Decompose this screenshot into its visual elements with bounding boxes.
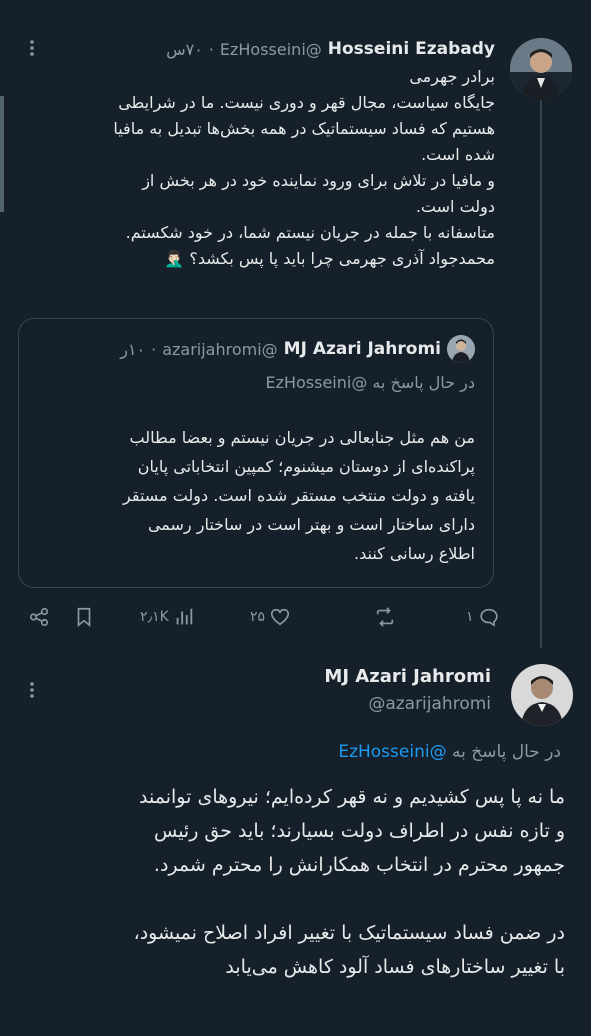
- quote-line: پراکنده‌ای از دوستان میشنوم؛ کمپین انتخا…: [137, 457, 475, 476]
- quote-header: MJ Azari Jahromi @azarijahromi · ۱۰ر: [120, 335, 475, 363]
- tweet2-reply-to: در حال پاسخ به @EzHosseini: [338, 742, 561, 762]
- tweet1-line: برادر جهرمی: [409, 67, 495, 86]
- bookmark-button[interactable]: [73, 606, 95, 628]
- tweet1-line: هستیم که فساد سیستماتیک در همه بخش‌ها تب…: [113, 119, 495, 138]
- quote-line: اطلاع رسانی کنند.: [354, 544, 475, 563]
- heart-icon: [270, 608, 290, 626]
- tweet2-line: در ضمن فساد سیستماتیک با تغییر افراد اصل…: [133, 922, 565, 944]
- quote-separator: ·: [151, 339, 157, 359]
- tweet2-author-name[interactable]: MJ Azari Jahromi: [324, 666, 491, 687]
- tweet2-more-icon[interactable]: [22, 680, 42, 700]
- quote-time[interactable]: ۱۰ر: [120, 340, 145, 359]
- scroll-indicator[interactable]: [0, 96, 4, 212]
- reply-mention-link[interactable]: @EzHosseini: [338, 742, 446, 762]
- quote-line: من هم مثل جنابعالی در جریان نیستم و بعضا…: [129, 428, 475, 447]
- tweet2-line: و تازه نفس در اطراف دولت بسیارند؛ باید ح…: [153, 820, 565, 842]
- tweet1-body: برادر جهرمی جایگاه سیاست، مجال قهر و دور…: [55, 64, 495, 272]
- share-button[interactable]: [28, 606, 50, 628]
- views-chart-icon: [176, 608, 193, 625]
- tweet1-separator: ·: [208, 39, 214, 59]
- quote-avatar-portrait-icon: [447, 335, 475, 363]
- retweet-icon: [376, 607, 394, 627]
- tweet2-line: جمهور محترم در انتخاب همکارانش را محترم …: [153, 854, 565, 876]
- quote-reply-to: در حال پاسخ به @EzHosseini: [265, 373, 475, 392]
- tweet2-line: ما نه پا پس کشیدیم و نه قهر کرده‌ایم؛ نی…: [139, 786, 565, 808]
- tweet2-body: ما نه پا پس کشیدیم و نه قهر کرده‌ایم؛ نی…: [25, 780, 565, 984]
- tweet1-line: شده است.: [421, 145, 495, 164]
- quoted-tweet-card[interactable]: MJ Azari Jahromi @azarijahromi · ۱۰ر در …: [18, 318, 494, 588]
- tweet1-time[interactable]: ۷۰س: [166, 40, 203, 59]
- like-button[interactable]: ۲۵: [250, 606, 291, 628]
- tweet2-line: با تغییر ساختارهای فساد آلود کاهش می‌یاب…: [225, 956, 565, 978]
- tweet1-line: دولت است.: [415, 197, 495, 216]
- tweet1-author-handle[interactable]: @EzHosseini: [220, 40, 322, 59]
- reply-count: ۱: [466, 609, 474, 625]
- reply-prefix: در حال پاسخ به: [451, 742, 561, 762]
- share-icon: [29, 607, 49, 627]
- avatar-portrait-icon: [510, 38, 572, 100]
- like-count: ۲۵: [250, 609, 266, 625]
- avatar-azari-jahromi[interactable]: [511, 664, 573, 726]
- avatar-portrait-icon: [511, 664, 573, 726]
- tweet1-line: جایگاه سیاست، مجال قهر و دوری نیست. ما د…: [118, 93, 495, 112]
- quote-line: یافته و دولت منتخب مستقر شده است. دولت م…: [123, 486, 475, 505]
- tweet1-more-icon[interactable]: [22, 38, 42, 58]
- avatar-hosseini[interactable]: [510, 38, 572, 100]
- tweet2-author-handle[interactable]: @azarijahromi: [368, 694, 491, 714]
- views-button[interactable]: ۲٫۱K: [140, 606, 195, 628]
- quote-body: من هم مثل جنابعالی در جریان نیستم و بعضا…: [35, 423, 475, 568]
- bookmark-icon: [77, 607, 91, 628]
- views-count: ۲٫۱K: [140, 609, 169, 625]
- tweet1-author-name[interactable]: Hosseini Ezabady: [328, 39, 495, 59]
- quote-author-handle[interactable]: @azarijahromi: [162, 340, 277, 359]
- tweet1-line: متاسفانه با جمله در جریان نیستم شما، در …: [125, 223, 495, 242]
- reply-button[interactable]: ۱: [466, 606, 500, 628]
- reply-bubble-icon: [479, 608, 498, 627]
- thread-connector-line: [540, 100, 542, 648]
- quote-avatar[interactable]: [447, 335, 475, 363]
- tweet1-line: محمدجواد آذری جهرمی چرا باید پا پس بکشد؟…: [164, 249, 495, 268]
- tweet1-header: Hosseini Ezabady @EzHosseini · ۷۰س: [166, 36, 495, 62]
- retweet-button[interactable]: [370, 606, 396, 628]
- quote-author-name[interactable]: MJ Azari Jahromi: [284, 339, 441, 359]
- tweet1-line: و مافیا در تلاش برای ورود نماینده خود در…: [142, 171, 495, 190]
- quote-line: دارای ساختار است و بهتر است در ساختار رس…: [147, 515, 475, 534]
